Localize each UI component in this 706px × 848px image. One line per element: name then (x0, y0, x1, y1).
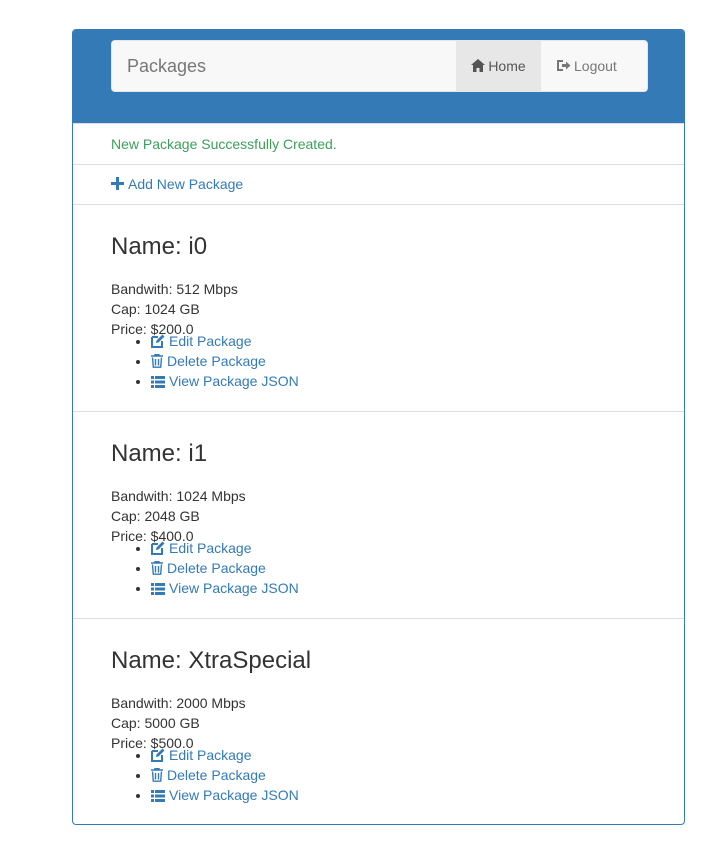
package-name: Name: i1 (111, 440, 208, 467)
edit-icon (151, 748, 165, 762)
delete-package-label: Delete Package (167, 560, 266, 576)
package-actions: Edit Package Delete Package View Package… (111, 331, 299, 391)
edit-package-label: Edit Package (169, 540, 252, 556)
trash-icon (151, 560, 163, 575)
package-cap: Cap: 5000 GB (111, 715, 200, 731)
navbar-brand[interactable]: Packages (127, 41, 206, 91)
view-package-json-link[interactable]: View Package JSON (151, 787, 299, 803)
package-actions: Edit Package Delete Package View Package… (111, 538, 299, 598)
delete-package-link[interactable]: Delete Package (151, 767, 266, 783)
view-package-json-link[interactable]: View Package JSON (151, 373, 299, 389)
success-message: New Package Successfully Created. (111, 136, 337, 152)
nav-home-label: Home (488, 58, 526, 74)
edit-package-label: Edit Package (169, 747, 252, 763)
nav-home-link[interactable]: Home (456, 41, 541, 91)
delete-package-label: Delete Package (167, 353, 266, 369)
package-actions: Edit Package Delete Package View Package… (111, 745, 299, 805)
success-alert-row: New Package Successfully Created. (73, 123, 684, 164)
action-item: Delete Package (151, 351, 299, 371)
action-item: Delete Package (151, 765, 299, 785)
edit-package-label: Edit Package (169, 333, 252, 349)
nav-logout-label: Logout (574, 58, 617, 74)
trash-icon (151, 353, 163, 368)
package-bandwidth: Bandwith: 2000 Mbps (111, 695, 246, 711)
action-item: View Package JSON (151, 371, 299, 391)
navbar: Packages Home Logout (111, 40, 648, 92)
home-icon (471, 59, 486, 72)
edit-icon (151, 541, 165, 555)
view-package-json-label: View Package JSON (169, 373, 299, 389)
action-item: Delete Package (151, 558, 299, 578)
logout-icon (557, 60, 571, 71)
delete-package-link[interactable]: Delete Package (151, 353, 266, 369)
package-name: Name: XtraSpecial (111, 647, 312, 674)
action-item: Edit Package (151, 745, 299, 765)
add-package-row: Add New Package (73, 164, 684, 204)
delete-package-label: Delete Package (167, 767, 266, 783)
edit-package-link[interactable]: Edit Package (151, 540, 252, 556)
action-item: Edit Package (151, 538, 299, 558)
package-item: Name: XtraSpecial Bandwith: 2000 Mbps Ca… (73, 618, 684, 824)
nav-logout-link[interactable]: Logout (541, 41, 647, 91)
view-package-json-label: View Package JSON (169, 787, 299, 803)
view-package-json-label: View Package JSON (169, 580, 299, 596)
package-bandwidth: Bandwith: 512 Mbps (111, 281, 238, 297)
list-icon (151, 583, 165, 595)
plus-icon (111, 177, 124, 190)
packages-panel: Packages Home Logout New Package Success… (72, 29, 685, 825)
add-new-package-link[interactable]: Add New Package (111, 176, 243, 192)
edit-icon (151, 334, 165, 348)
package-cap: Cap: 2048 GB (111, 508, 200, 524)
action-item: View Package JSON (151, 578, 299, 598)
trash-icon (151, 767, 163, 782)
list-icon (151, 790, 165, 802)
package-bandwidth: Bandwith: 1024 Mbps (111, 488, 246, 504)
add-new-package-label: Add New Package (128, 176, 244, 192)
action-item: Edit Package (151, 331, 299, 351)
package-cap: Cap: 1024 GB (111, 301, 200, 317)
list-icon (151, 376, 165, 388)
delete-package-link[interactable]: Delete Package (151, 560, 266, 576)
package-name: Name: i0 (111, 233, 208, 260)
package-item: Name: i0 Bandwith: 512 Mbps Cap: 1024 GB… (73, 204, 684, 411)
edit-package-link[interactable]: Edit Package (151, 747, 252, 763)
view-package-json-link[interactable]: View Package JSON (151, 580, 299, 596)
package-item: Name: i1 Bandwith: 1024 Mbps Cap: 2048 G… (73, 411, 684, 618)
panel-heading: Packages Home Logout (73, 30, 684, 123)
action-item: View Package JSON (151, 785, 299, 805)
edit-package-link[interactable]: Edit Package (151, 333, 252, 349)
